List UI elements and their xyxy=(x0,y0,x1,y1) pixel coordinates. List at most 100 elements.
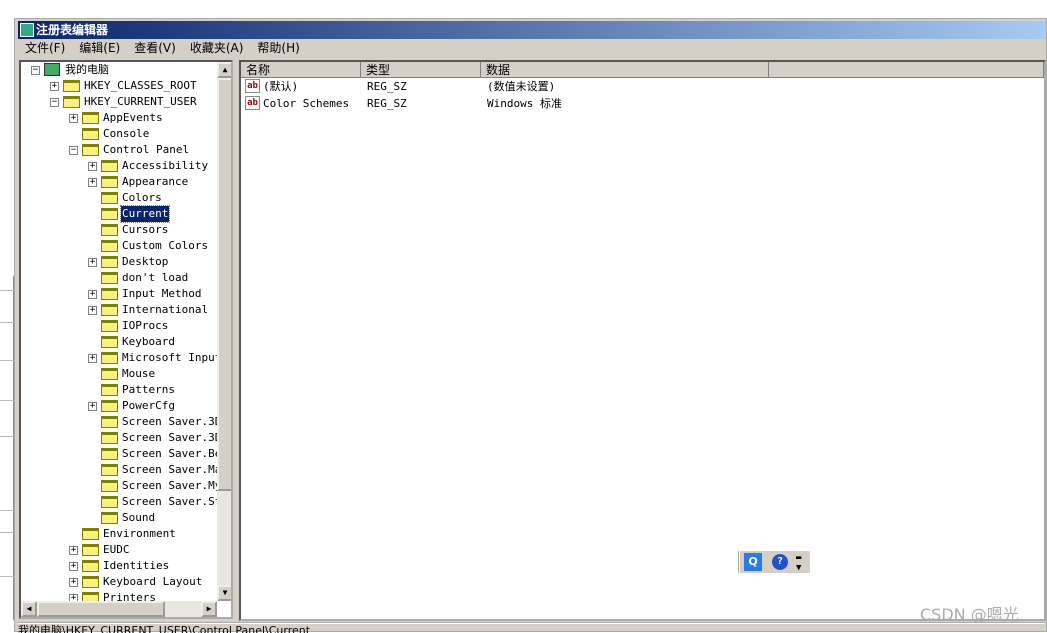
help-button[interactable]: ? xyxy=(772,554,788,570)
registry-editor-window: 注册表编辑器 文件(F) 编辑(E) 查看(V) 收藏夹(A) 帮助(H) + P… xyxy=(14,18,1047,633)
tree-item-label: Screen Saver.3DF xyxy=(122,415,228,428)
tree-item[interactable]: IOProcs xyxy=(21,318,217,334)
expand-icon[interactable]: + xyxy=(69,546,78,555)
tree-vertical-scrollbar[interactable]: ▲ ▼ xyxy=(217,62,231,601)
column-header-data[interactable]: 数据 xyxy=(481,62,769,78)
tree-item[interactable]: Patterns xyxy=(21,382,217,398)
tree-item[interactable]: + Accessibility xyxy=(21,158,217,174)
tree-item-label: don't load xyxy=(122,271,189,284)
tree-item[interactable]: Sound xyxy=(21,510,217,526)
tree-item[interactable]: Screen Saver.3DF xyxy=(21,414,228,430)
expand-icon[interactable]: + xyxy=(88,306,97,315)
folder-icon xyxy=(101,240,118,252)
menu-view[interactable]: 查看(V) xyxy=(127,39,183,57)
tree-item[interactable]: + AppEvents xyxy=(21,110,217,126)
tree-item[interactable]: + EUDC xyxy=(21,542,217,558)
values-list[interactable]: 名称 类型 数据 ab (默认) REG_SZ (数值未设置) ab Color… xyxy=(239,60,1046,621)
registry-tree[interactable]: + Printers + Keyboard Layout + Identities + EUD… xyxy=(19,60,233,619)
tree-item[interactable]: Cursors xyxy=(21,222,217,238)
tree-item[interactable]: + HKEY_CLASSES_ROOT xyxy=(21,78,217,94)
tree-item[interactable]: − 我的电脑 xyxy=(21,62,217,78)
tree-item[interactable]: + Identities xyxy=(21,558,217,574)
tree-item[interactable]: Current xyxy=(21,205,217,223)
title-bar[interactable]: 注册表编辑器 xyxy=(18,21,1046,39)
expand-icon[interactable]: + xyxy=(69,578,78,587)
scroll-right-button[interactable]: ▶ xyxy=(201,601,217,617)
tree-horizontal-scrollbar[interactable]: ◀ ▶ xyxy=(21,601,217,617)
tree-item-label: Screen Saver.Mys xyxy=(122,479,228,492)
expand-icon[interactable]: + xyxy=(88,258,97,267)
column-header-filler xyxy=(769,62,1044,78)
tree-item[interactable]: Mouse xyxy=(21,366,217,382)
folder-icon xyxy=(101,416,118,428)
menu-edit[interactable]: 编辑(E) xyxy=(72,39,127,57)
expand-icon[interactable]: + xyxy=(88,162,97,171)
background-window-fragment xyxy=(0,276,14,620)
expand-icon[interactable]: + xyxy=(88,178,97,187)
folder-icon xyxy=(101,400,118,412)
expand-icon[interactable]: + xyxy=(88,290,97,299)
menu-favorites[interactable]: 收藏夹(A) xyxy=(183,39,251,57)
computer-icon xyxy=(44,63,60,76)
menu-bar: 文件(F) 编辑(E) 查看(V) 收藏夹(A) 帮助(H) xyxy=(18,39,307,57)
expand-icon[interactable]: + xyxy=(69,114,78,123)
tree-item[interactable]: + PowerCfg xyxy=(21,398,217,414)
collapse-icon[interactable]: − xyxy=(69,146,78,155)
tree-item[interactable]: Screen Saver.3DP xyxy=(21,430,228,446)
string-value-icon: ab xyxy=(245,79,260,93)
toolbar-options-icon[interactable]: ▬ ▼ xyxy=(796,553,801,573)
folder-icon xyxy=(101,272,118,284)
column-header-name[interactable]: 名称 xyxy=(241,62,361,78)
tree-item[interactable]: Keyboard xyxy=(21,334,217,350)
tree-item-label: HKEY_CURRENT_USER xyxy=(84,95,197,108)
folder-icon xyxy=(101,288,118,300)
tree-item[interactable]: Screen Saver.Sta xyxy=(21,494,228,510)
search-q-button[interactable]: Q xyxy=(744,553,762,571)
tree-item[interactable]: Screen Saver.Mar xyxy=(21,462,228,478)
folder-icon xyxy=(101,320,118,332)
menu-file[interactable]: 文件(F) xyxy=(18,39,72,57)
tree-item[interactable]: − Control Panel xyxy=(21,142,217,158)
tree-item-label: Environment xyxy=(103,527,176,540)
folder-icon xyxy=(82,128,99,140)
tree-item[interactable]: + Keyboard Layout xyxy=(21,574,217,590)
folder-icon xyxy=(101,496,118,508)
tree-item-label: AppEvents xyxy=(103,111,163,124)
folder-icon xyxy=(101,512,118,524)
scroll-thumb[interactable] xyxy=(217,78,231,491)
tree-item[interactable]: + Desktop xyxy=(21,254,217,270)
tree-item[interactable]: Custom Colors xyxy=(21,238,217,254)
tree-item[interactable]: Colors xyxy=(21,190,217,206)
tree-item[interactable]: Environment xyxy=(21,526,217,542)
tree-item[interactable]: + International xyxy=(21,302,217,318)
tree-item[interactable]: Screen Saver.Bez xyxy=(21,446,228,462)
collapse-icon[interactable]: − xyxy=(50,98,59,107)
collapse-icon[interactable]: − xyxy=(31,66,40,75)
tree-item[interactable]: + Appearance xyxy=(21,174,217,190)
value-data: Windows 标准 xyxy=(487,97,562,110)
tree-item-label: Screen Saver.3DP xyxy=(122,431,228,444)
value-row[interactable]: ab (默认) REG_SZ (数值未设置) xyxy=(241,78,1041,95)
tree-item[interactable]: − HKEY_CURRENT_USER xyxy=(21,94,217,110)
tree-item[interactable]: + Microsoft Input xyxy=(21,350,221,366)
scroll-left-button[interactable]: ◀ xyxy=(21,601,37,617)
tree-item[interactable]: + Input Method xyxy=(21,286,217,302)
tree-item[interactable]: Console xyxy=(21,126,217,142)
expand-icon[interactable]: + xyxy=(69,562,78,571)
folder-icon xyxy=(101,464,118,476)
scroll-down-button[interactable]: ▼ xyxy=(217,585,231,601)
tree-item-label: Mouse xyxy=(122,367,156,380)
value-row[interactable]: ab Color Schemes REG_SZ Windows 标准 xyxy=(241,95,1041,112)
tree-item[interactable]: Screen Saver.Mys xyxy=(21,478,228,494)
column-header-type[interactable]: 类型 xyxy=(361,62,481,78)
scroll-up-button[interactable]: ▲ xyxy=(217,62,231,78)
expand-icon[interactable]: + xyxy=(50,82,59,91)
tree-item-label: Current xyxy=(119,205,171,223)
expand-icon[interactable]: + xyxy=(88,354,97,363)
menu-help[interactable]: 帮助(H) xyxy=(250,39,306,57)
tree-item[interactable]: don't load xyxy=(21,270,217,286)
hscroll-thumb[interactable] xyxy=(37,601,165,617)
tree-item-label: Console xyxy=(103,127,150,140)
expand-icon[interactable]: + xyxy=(88,402,97,411)
open-folder-icon xyxy=(101,208,118,220)
